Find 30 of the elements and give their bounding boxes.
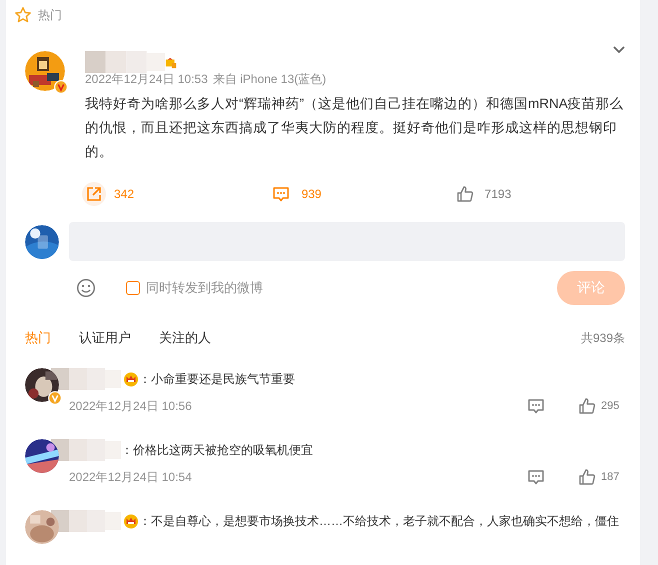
level-icon bbox=[165, 57, 177, 69]
like-button[interactable]: 7193 bbox=[452, 178, 640, 210]
chevron-icon[interactable] bbox=[612, 45, 626, 55]
tab[interactable]: 认证用户 bbox=[79, 329, 131, 347]
tab[interactable]: 关注的人 bbox=[159, 329, 211, 347]
share-button[interactable]: 342 bbox=[82, 178, 270, 210]
emoji-icon[interactable] bbox=[76, 278, 96, 298]
like-button[interactable]: 187 bbox=[575, 465, 625, 489]
reply-icon[interactable] bbox=[527, 397, 545, 415]
comment-count: 共939条 bbox=[580, 330, 625, 346]
reply-icon[interactable] bbox=[527, 468, 545, 486]
like-button[interactable]: 295 bbox=[575, 394, 625, 418]
post-source: 来自 iPhone 13(蓝色) bbox=[212, 71, 326, 88]
checkbox[interactable] bbox=[126, 281, 140, 295]
blurred-name bbox=[51, 510, 121, 532]
comment-text: ：价格比这两天被抢空的吸氧机便宜 bbox=[121, 442, 313, 458]
comment-text: ：小命重要还是民族气节重要 bbox=[139, 370, 295, 388]
comment-text: ：不是自尊心，是想要市场换技术……不给技术，老子就不配合，人家也确实不想给，僵住 bbox=[139, 512, 619, 530]
post-date: 2022年12月24日 10:53 bbox=[85, 71, 208, 88]
comment-button[interactable]: 939 bbox=[269, 178, 453, 210]
tab[interactable]: 热门 bbox=[25, 329, 51, 347]
star-icon bbox=[14, 6, 32, 24]
repost-label: 同时转发到我的微博 bbox=[146, 279, 263, 297]
blurred-name bbox=[51, 439, 121, 461]
section-title: 热门 bbox=[38, 6, 62, 24]
comment-date: 2022年12月24日 10:56 bbox=[69, 398, 193, 414]
blurred-name bbox=[51, 368, 121, 390]
comment-date: 2022年12月24日 10:54 bbox=[69, 468, 193, 486]
share-icon bbox=[82, 182, 106, 206]
post-text: 我特好奇为啥那么多人对“辉瑞神药”（这是他们自己挂在嘴边的）和德国mRNA疫苗那么的仇恨，而且还把这东西搞成了华夷大防的程度。挺好奇他们是咋形成这样的思想钢印的。 bbox=[85, 95, 625, 161]
